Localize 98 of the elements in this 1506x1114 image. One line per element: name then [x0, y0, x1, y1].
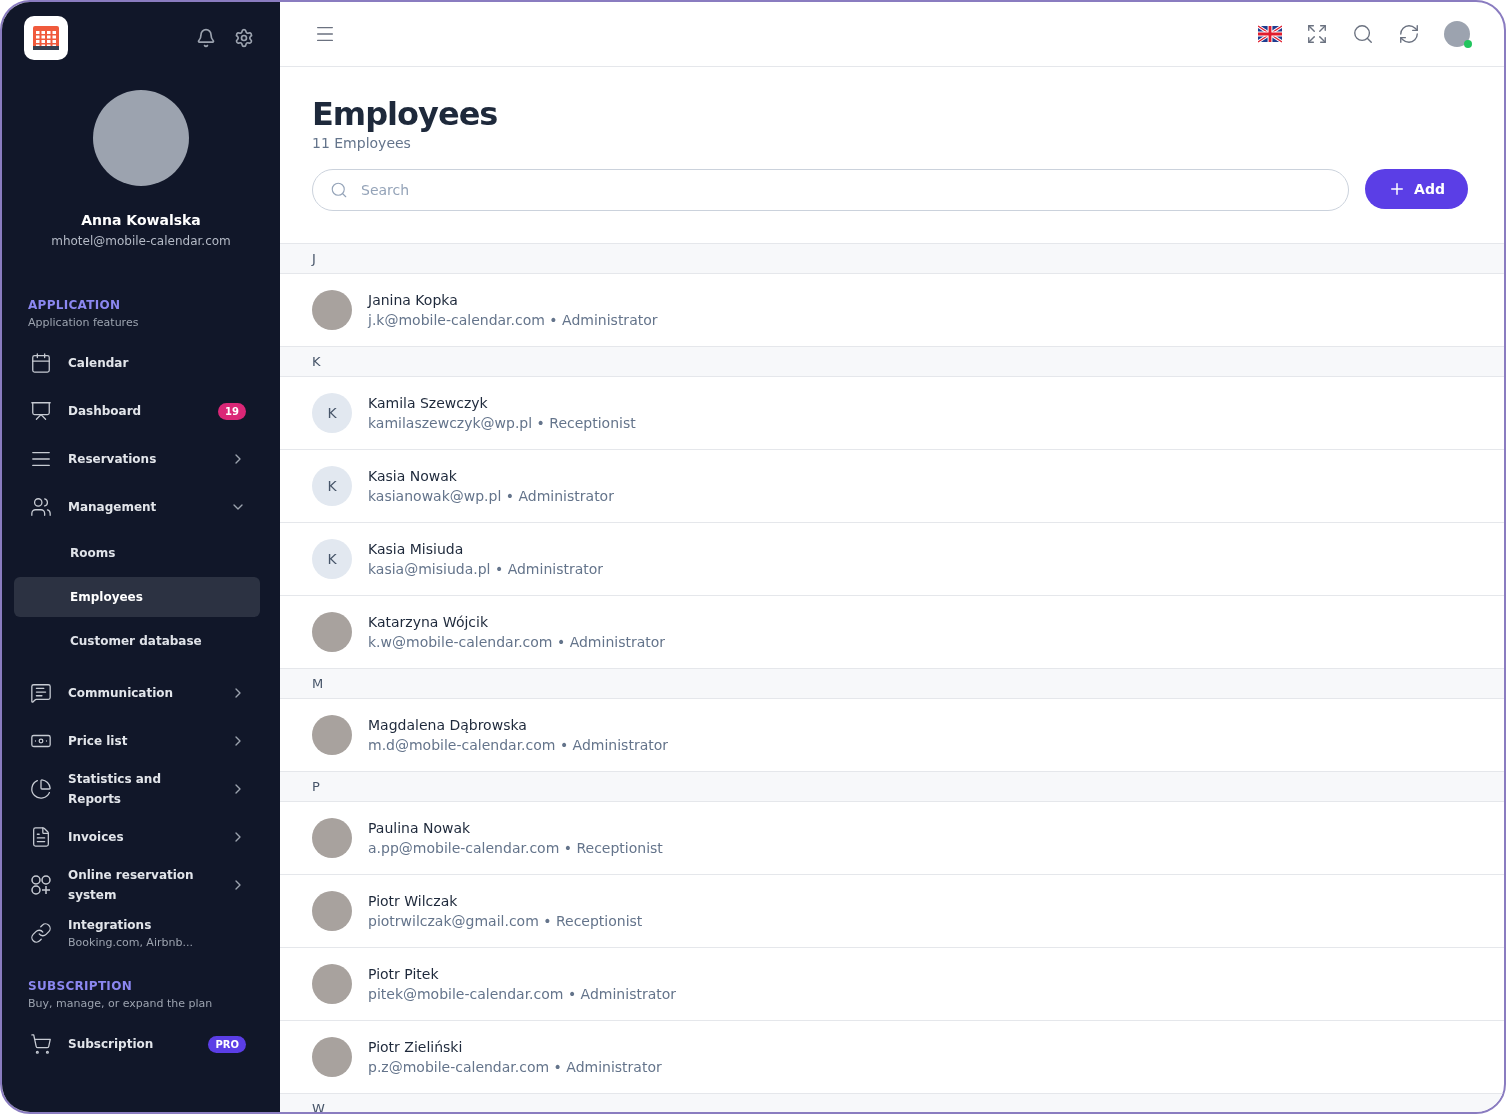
nav-label: Integrations: [68, 917, 153, 934]
nav-label: Reservations: [68, 451, 158, 468]
employee-details: a.pp@mobile-calendar.com • Receptionist: [368, 840, 663, 856]
employee-row[interactable]: Magdalena Dąbrowska m.d@mobile-calendar.com • Administrator: [280, 699, 1504, 771]
nav-icon: [30, 682, 52, 704]
nav-label: Price list: [68, 733, 129, 750]
nav-icon: [30, 1033, 52, 1055]
letter-header: K: [280, 346, 1504, 377]
section-subtitle: Application features: [27, 315, 140, 331]
nav-item[interactable]: Dashboard 19: [2, 387, 280, 435]
nav-label: Subscription: [68, 1036, 155, 1053]
add-button[interactable]: Add: [1365, 169, 1468, 209]
nav-icon: [30, 778, 52, 800]
employee-details: p.z@mobile-calendar.com • Administrator: [368, 1059, 662, 1075]
search-field[interactable]: Search: [312, 169, 1349, 211]
employee-name: Magdalena Dąbrowska: [368, 717, 528, 733]
user-name: Anna Kowalska: [81, 212, 201, 228]
employee-name: Katarzyna Wójcik: [368, 614, 490, 630]
nav-label: Calendar: [68, 355, 130, 372]
search-icon: [330, 181, 348, 199]
photo-placeholder: [312, 964, 352, 1004]
nav-subitem[interactable]: Employees: [14, 577, 260, 617]
nav-sublabel: Booking.com, Airbnb...: [68, 935, 194, 951]
nav-icon: [30, 922, 52, 944]
page-title: Employees: [312, 95, 499, 133]
employee-details: kasia@misiuda.pl • Administrator: [368, 561, 604, 577]
nav-item[interactable]: Reservations: [2, 435, 280, 483]
employee-row[interactable]: K Kasia Misiuda kasia@misiuda.pl • Administrator: [280, 522, 1504, 595]
employee-details: m.d@mobile-calendar.com • Administrator: [368, 737, 669, 753]
nav-icon: [30, 352, 52, 374]
nav-icon: [30, 496, 52, 518]
letter-header: P: [280, 771, 1504, 802]
nav-icon: [30, 400, 52, 422]
nav-item[interactable]: Price list: [2, 717, 280, 765]
employee-name: Kasia Nowak: [368, 468, 458, 484]
employee-details: pitek@mobile-calendar.com • Administrator: [368, 986, 677, 1002]
section-title: APPLICATION: [27, 298, 122, 312]
fullscreen-icon[interactable]: [1306, 23, 1328, 45]
nav-item[interactable]: Communication: [2, 669, 280, 717]
settings-icon[interactable]: [234, 28, 254, 48]
nav-item[interactable]: Subscription PRO: [2, 1020, 280, 1068]
nav-label: Online reservation system: [68, 867, 195, 904]
avatar-initial: K: [312, 466, 352, 506]
employee-row[interactable]: Janina Kopka j.k@mobile-calendar.com • Administrator: [280, 274, 1504, 346]
employee-name: Janina Kopka: [368, 292, 459, 308]
nav-item[interactable]: Invoices: [2, 813, 280, 861]
employee-details: k.w@mobile-calendar.com • Administrator: [368, 634, 666, 650]
avatar-initial: K: [312, 539, 352, 579]
nav-subitem[interactable]: Customer database: [14, 621, 260, 661]
user-avatar[interactable]: [1444, 21, 1470, 47]
nav-label: Dashboard: [68, 403, 143, 420]
circles-plus-icon: [30, 874, 52, 896]
nav-label: Management: [68, 499, 158, 516]
letter-header: M: [280, 668, 1504, 699]
photo-placeholder: [312, 612, 352, 652]
nav-item[interactable]: Management: [2, 483, 280, 531]
employee-name: Piotr Wilczak: [368, 893, 459, 909]
employee-row[interactable]: Paulina Nowak a.pp@mobile-calendar.com • Receptionist: [280, 802, 1504, 874]
section-title: SUBSCRIPTION: [27, 979, 133, 993]
employee-name: Kasia Misiuda: [368, 541, 465, 557]
employee-details: piotrwilczak@gmail.com • Receptionist: [368, 913, 643, 929]
photo-placeholder: [312, 1037, 352, 1077]
nav-label: Invoices: [68, 829, 125, 846]
nav-item[interactable]: Integrations Booking.com, Airbnb...: [2, 909, 280, 957]
photo-placeholder: [312, 290, 352, 330]
count-badge: 19: [218, 402, 246, 420]
employee-count: 11 Employees: [312, 135, 412, 151]
nav-icon: [30, 826, 52, 848]
employee-details: kamilaszewczyk@wp.pl • Receptionist: [368, 415, 636, 431]
avatar-initial: K: [312, 393, 352, 433]
photo-placeholder: [312, 818, 352, 858]
employee-name: Paulina Nowak: [368, 820, 472, 836]
employee-row[interactable]: K Kasia Nowak kasianowak@wp.pl • Administrator: [280, 449, 1504, 522]
employee-details: j.k@mobile-calendar.com • Administrator: [368, 312, 658, 328]
employee-row[interactable]: Piotr Pitek pitek@mobile-calendar.com • Administrator: [280, 947, 1504, 1020]
logo-icon[interactable]: [24, 16, 68, 60]
section-subtitle: Buy, manage, or expand the plan: [27, 996, 214, 1012]
nav-label: Communication: [68, 685, 175, 702]
nav-label: Statistics and Reports: [68, 771, 162, 808]
letter-header: J: [280, 243, 1504, 274]
user-email: mhotel@mobile-calendar.com: [51, 234, 231, 248]
search-icon[interactable]: [1352, 23, 1374, 45]
photo-placeholder: [312, 891, 352, 931]
nav-item[interactable]: Online reservation system: [2, 861, 280, 909]
nav-item[interactable]: Calendar: [2, 339, 280, 387]
employee-details: kasianowak@wp.pl • Administrator: [368, 488, 614, 504]
bell-icon[interactable]: [196, 28, 216, 48]
nav-subitem[interactable]: Rooms: [14, 533, 260, 573]
flag-icon[interactable]: [1258, 25, 1282, 43]
photo-placeholder: [312, 715, 352, 755]
count-badge: PRO: [208, 1035, 246, 1053]
employee-name: Piotr Zieliński: [368, 1039, 464, 1055]
nav-item[interactable]: Statistics and Reports: [2, 765, 280, 813]
refresh-icon[interactable]: [1398, 23, 1420, 45]
employee-row[interactable]: K Kamila Szewczyk kamilaszewczyk@wp.pl • Receptionist: [280, 377, 1504, 449]
employee-name: Kamila Szewczyk: [368, 395, 489, 411]
employee-row[interactable]: Piotr Wilczak piotrwilczak@gmail.com • Receptionist: [280, 874, 1504, 947]
employee-name: Piotr Pitek: [368, 966, 440, 982]
